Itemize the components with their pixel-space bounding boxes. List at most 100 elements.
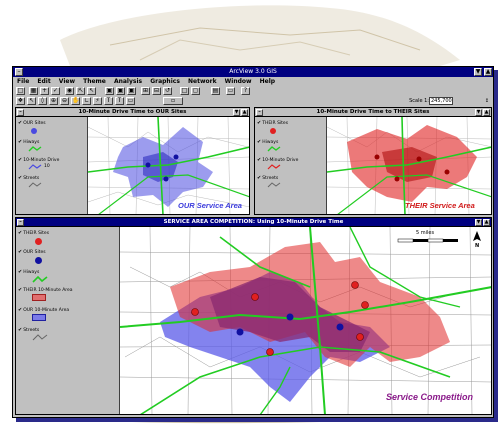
view-menu-button[interactable]: – [256,109,263,116]
minimize-button[interactable]: ▼ [474,68,482,76]
hiway-symbol-icon [28,146,42,152]
view-title-text: 10-Minute Drive Time to THEIR Sites [316,109,430,115]
streets-symbol-icon [267,182,281,188]
identify-icon[interactable]: ❖ [16,97,25,105]
view-title-our: – 10-Minute Drive Time to OUR Sites ▼ ▲ [16,108,249,117]
hiway-symbol-icon [32,276,48,283]
toc-layer-drive-area[interactable]: ✔10-Minute Drive [257,157,298,163]
their-service-area-label: THEIR Service Area [405,201,475,210]
scalebar-label: 5 miles [416,230,435,236]
view-maximize-button[interactable]: ▲ [483,109,490,116]
service-competition-label: Service Competition [386,392,474,402]
measure-icon[interactable]: ∟ [82,97,91,105]
menu-theme[interactable]: Theme [83,77,106,86]
view-our-sites[interactable]: – 10-Minute Drive Time to OUR Sites ▼ ▲ … [15,107,250,215]
their-area-swatch [32,294,46,301]
their-sites-symbol-icon [35,238,42,245]
scale-label: Scale 1: [409,98,429,104]
north-arrow-label: N [475,243,480,249]
system-menu-button[interactable]: – [15,68,23,76]
pan-icon[interactable]: ✋ [71,97,80,105]
our-sites-symbol-icon [31,128,37,134]
drive-area-symbol-icon [267,164,281,170]
zoomout-tool-icon[interactable]: ⊖ [60,97,69,105]
coordinates-icon: ↕ [484,98,489,104]
zoom-active-icon[interactable]: ▣ [116,87,125,95]
menu-network[interactable]: Network [188,77,217,86]
toc-layer-their-sites[interactable]: ✔THEIR Sites [18,230,49,236]
menu-help[interactable]: Help [260,77,275,86]
toc-layer-hiways[interactable]: ✔Hiways [18,269,39,275]
drive-area-symbol-icon [28,164,42,170]
view-minimize-button[interactable]: ▼ [475,109,482,116]
toc-layer-their-sites[interactable]: ✔THEIR Sites [257,120,288,126]
toc-layer-streets[interactable]: ✔Streets [18,327,39,333]
our-service-area-label: OUR Service Area [178,201,242,210]
toc-layer-our-sites[interactable]: ✔OUR Sites [18,249,46,255]
map-our-sites[interactable]: OUR Service Area [88,117,249,214]
view-maximize-button[interactable]: ▲ [241,109,248,116]
select-icon[interactable]: □ [180,87,189,95]
zoom-full-icon[interactable]: ▣ [105,87,114,95]
chart-icon[interactable]: ▭ [226,87,235,95]
view-title-their: – 10-Minute Drive Time to THEIR Sites ▼ … [255,108,491,117]
menu-analysis[interactable]: Analysis [114,77,142,86]
toc-layer-hiways[interactable]: ✔Hiways [18,139,39,145]
save-icon[interactable]: □ [16,87,25,95]
our-area-swatch [32,314,46,321]
scale-field[interactable]: 245,700 [429,97,453,105]
locate-icon[interactable]: ⇱ [76,87,85,95]
view-maximize-button[interactable]: ▲ [483,219,490,226]
toc-layer-our-sites[interactable]: ✔OUR Sites [18,120,46,126]
hiway-symbol-icon [267,146,281,152]
view-menu-button[interactable]: – [17,109,24,116]
vertex-icon[interactable]: ◊ [38,97,47,105]
view-service-competition[interactable]: – SERVICE AREA COMPETITION: Using 10-Min… [15,217,492,415]
clear-select-icon[interactable]: ▢ [191,87,200,95]
our-map-canvas [88,117,249,214]
view-title-competition: – SERVICE AREA COMPETITION: Using 10-Min… [16,218,491,227]
layout-icon[interactable]: ▤ [211,87,220,95]
toc-layer-drive-area[interactable]: ✔10-Minute Drive [18,157,59,163]
menu-view[interactable]: View [59,77,75,86]
toc-layer-streets[interactable]: ✔Streets [18,175,39,181]
zoom-out-icon[interactable]: ⊟ [152,87,161,95]
draw-icon[interactable]: ▭ [126,97,135,105]
menu-window[interactable]: Window [225,77,252,86]
toc-layer-hiways[interactable]: ✔Hiways [257,139,278,145]
toc-layer-streets[interactable]: ✔Streets [257,175,278,181]
hotlink-icon[interactable]: ⚡ [93,97,102,105]
menu-graphics[interactable]: Graphics [150,77,180,86]
query-icon[interactable]: ↖ [87,87,96,95]
maximize-button[interactable]: ▲ [484,68,492,76]
menu-file[interactable]: File [17,77,29,86]
toc-layer-their-area[interactable]: ✔THEIR 10-Minute Area [18,287,73,293]
view-title-text: SERVICE AREA COMPETITION: Using 10-Minut… [163,219,344,225]
theme-on-icon[interactable]: ✓ [51,87,60,95]
add-theme-icon[interactable]: + [40,87,49,95]
map-their-sites[interactable]: THEIR Service Area [327,117,491,214]
view-title-text: 10-Minute Drive Time to OUR Sites [78,109,187,115]
help-icon[interactable]: ? [241,87,250,95]
properties-icon[interactable]: ▦ [29,87,38,95]
label-icon[interactable]: T [104,97,113,105]
toc-layer-our-area[interactable]: ✔OUR 10-Minute Area [18,307,69,313]
tool-bar: ❖ ↖ ◊ ⊕ ⊖ ✋ ∟ ⚡ T T ▭ ▫ Scale 1: 245,700… [13,96,493,106]
zoom-in-icon[interactable]: ⊞ [141,87,150,95]
view-menu-button[interactable]: – [17,219,24,226]
pointer-icon[interactable]: ↖ [27,97,36,105]
network-tool-icon[interactable]: ▫ [163,97,183,105]
screenshot-stage: – ArcView 3.0 GIS ▼ ▲ File Edit View The… [0,0,500,425]
zoom-selected-icon[interactable]: ▣ [127,87,136,95]
table-of-contents: ✔THEIR Sites ✔OUR Sites ✔Hiways ✔THEIR 1… [16,227,120,414]
map-service-competition[interactable]: 5 miles N Service Competition [120,227,491,414]
arcview-window: – ArcView 3.0 GIS ▼ ▲ File Edit View The… [12,66,494,418]
view-minimize-button[interactable]: ▼ [233,109,240,116]
text-icon[interactable]: T [115,97,124,105]
menu-edit[interactable]: Edit [37,77,50,86]
view-their-sites[interactable]: – 10-Minute Drive Time to THEIR Sites ▼ … [254,107,492,215]
zoomin-tool-icon[interactable]: ⊕ [49,97,58,105]
zoom-previous-icon[interactable]: ↺ [163,87,172,95]
find-icon[interactable]: ◉ [65,87,74,95]
view-minimize-button[interactable]: ▼ [475,219,482,226]
